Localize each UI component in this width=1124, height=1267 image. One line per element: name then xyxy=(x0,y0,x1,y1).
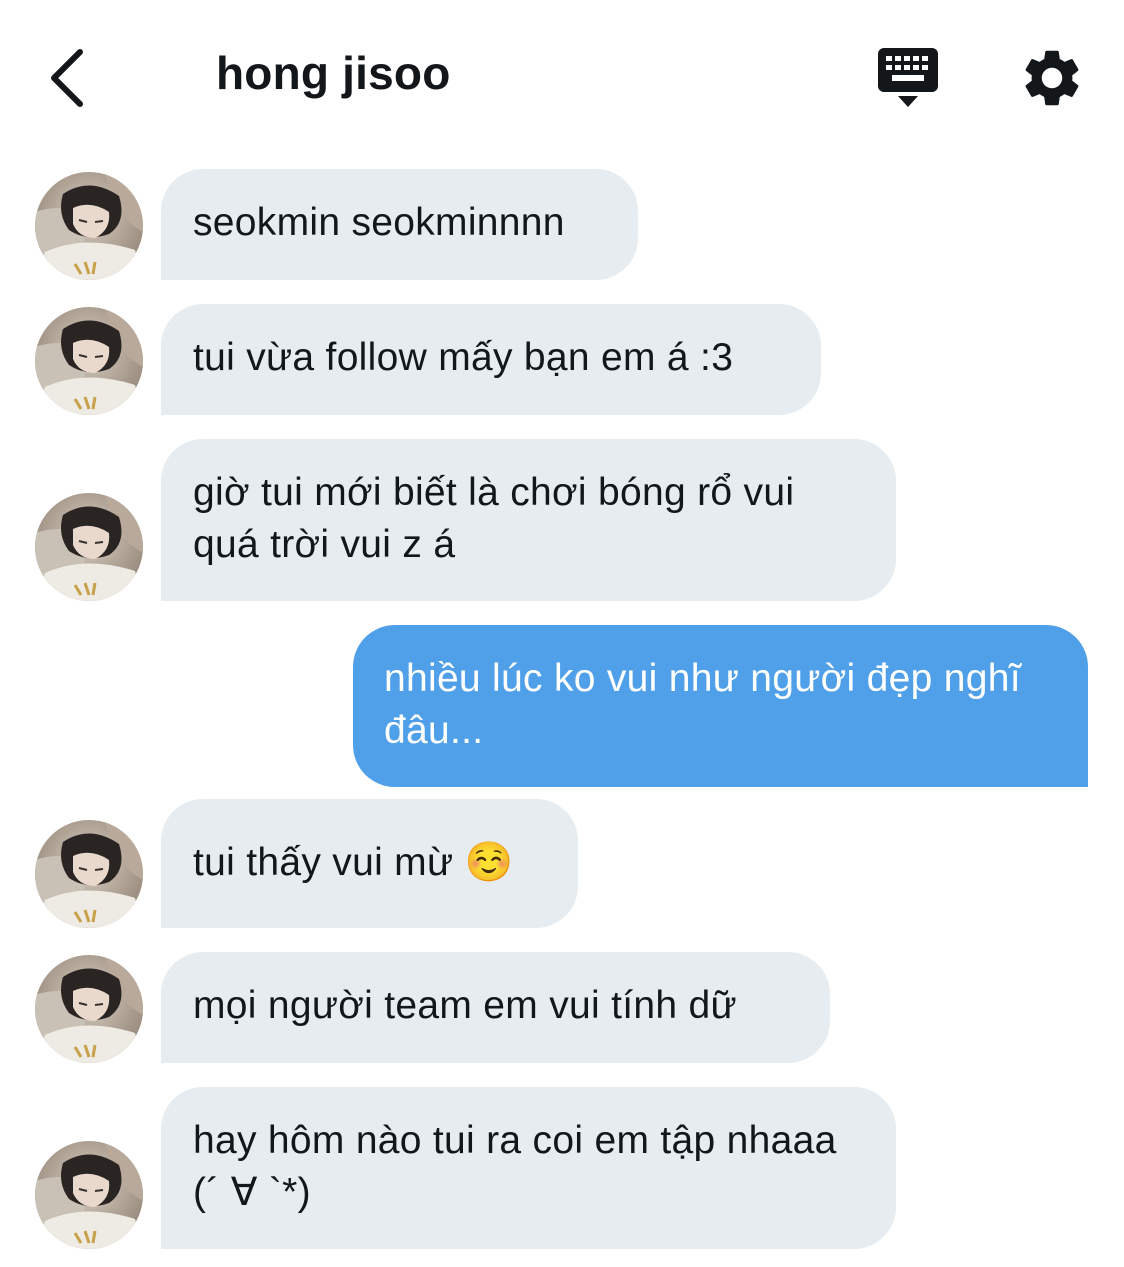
incoming-message-bubble[interactable]: tui thấy vui mừ ☺️ xyxy=(161,799,578,928)
conversation-header: hong jisoo xyxy=(0,0,1124,150)
keyboard-toggle-button[interactable] xyxy=(874,44,942,112)
avatar[interactable] xyxy=(35,820,143,928)
avatar[interactable] xyxy=(35,307,143,415)
incoming-message-bubble[interactable]: giờ tui mới biết là chơi bóng rổ vui quá… xyxy=(161,439,896,601)
settings-button[interactable] xyxy=(1018,44,1086,112)
incoming-message-bubble[interactable]: hay hôm nào tui ra coi em tập nhaaa (´ ∀… xyxy=(161,1087,896,1249)
outgoing-message-bubble[interactable]: nhiều lúc ko vui như người đẹp nghĩ đâu.… xyxy=(353,625,1088,787)
avatar[interactable] xyxy=(35,955,143,1063)
incoming-message-bubble[interactable]: mọi người team em vui tính dữ xyxy=(161,952,830,1063)
keyboard-icon xyxy=(878,48,938,107)
back-button[interactable] xyxy=(36,40,96,116)
gear-icon xyxy=(1025,50,1079,106)
avatar[interactable] xyxy=(35,493,143,601)
avatar[interactable] xyxy=(35,172,143,280)
incoming-message-bubble[interactable]: seokmin seokminnnn xyxy=(161,169,638,280)
incoming-message-bubble[interactable]: tui vừa follow mấy bạn em á :3 xyxy=(161,304,821,415)
conversation-title: hong jisoo xyxy=(216,47,451,99)
chevron-left-icon xyxy=(51,49,83,107)
avatar[interactable] xyxy=(35,1141,143,1249)
